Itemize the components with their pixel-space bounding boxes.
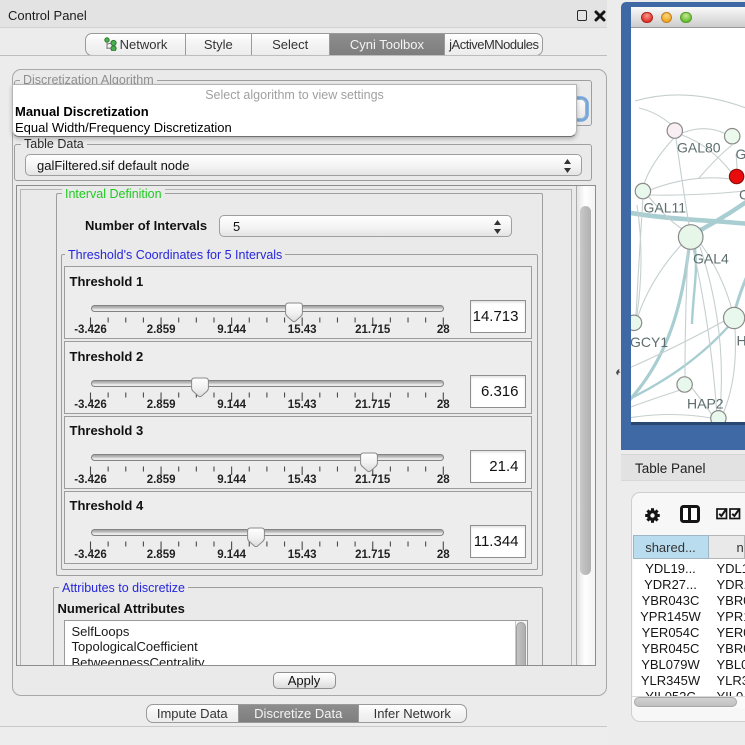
svg-text:GAL4: GAL4 [693,250,729,266]
svg-text:C: C [739,186,745,202]
svg-text:GAL80: GAL80 [677,139,721,155]
svg-text:GAL11: GAL11 [643,199,686,215]
svg-text:HAP2: HAP2 [687,395,724,411]
svg-text:H: H [736,332,745,348]
svg-text:GCY1: GCY1 [631,334,668,350]
svg-text:G.: G. [735,146,745,162]
